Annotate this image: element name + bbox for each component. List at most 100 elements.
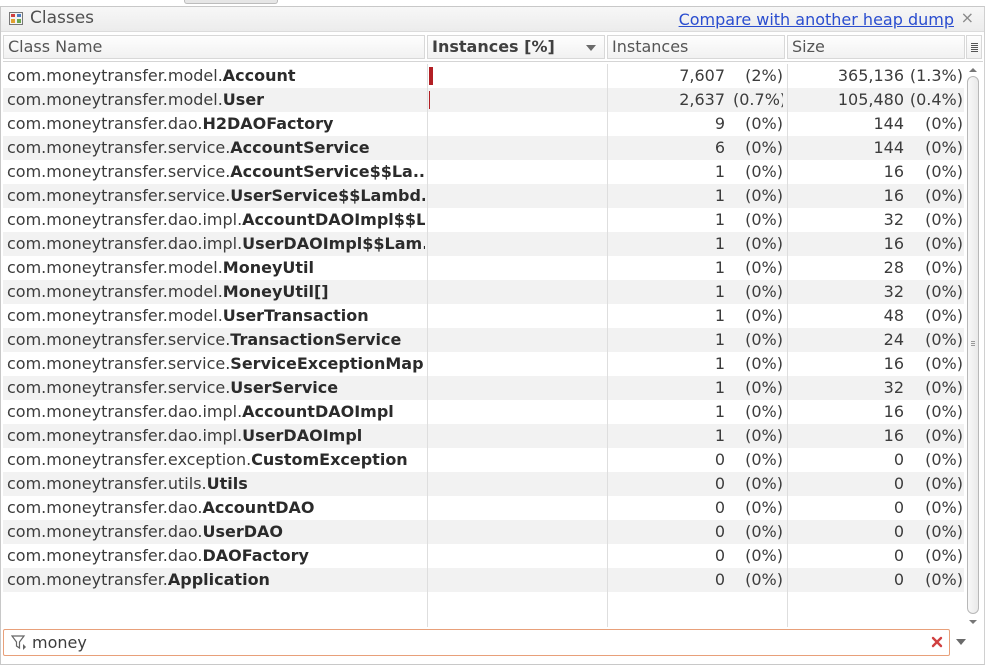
table-row[interactable]: com.moneytransfer.dao.impl.AccountDAOImp…: [3, 208, 964, 232]
scrollbar-thumb[interactable]: [967, 76, 979, 614]
class-name-cell: com.moneytransfer.dao.impl.AccountDAOImp…: [7, 208, 425, 232]
instances-count: 1: [714, 378, 725, 397]
class-name-cell: com.moneytransfer.utils.Utils: [7, 472, 425, 496]
table-row[interactable]: com.moneytransfer.service.UserService 1 (0…: [3, 376, 964, 400]
column-header-size[interactable]: Size: [787, 35, 965, 59]
table-row[interactable]: com.moneytransfer.utils.Utils 0 (0%) 0 (0%): [3, 472, 964, 496]
table-row[interactable]: com.moneytransfer.dao.impl.UserDAOImpl 1 (…: [3, 424, 964, 448]
size-percent: (0%): [925, 162, 963, 181]
class-simple-name: UserDAO: [202, 522, 283, 541]
table-row[interactable]: com.moneytransfer.dao.impl.AccountDAOImp…: [3, 400, 964, 424]
scroll-down-arrow-icon[interactable]: [966, 616, 980, 628]
size-value: 32: [883, 210, 904, 229]
instances-bar-cell: [427, 232, 607, 256]
close-icon[interactable]: ×: [961, 8, 974, 27]
panel-titlebar: Classes Compare with another heap dump ×: [1, 7, 984, 32]
size-value: 32: [883, 378, 904, 397]
size-value: 24: [883, 330, 904, 349]
columns-icon: [971, 43, 978, 52]
package-prefix: com.moneytransfer.dao.impl.: [7, 402, 243, 421]
class-simple-name: UserService$$Lambd...: [230, 186, 425, 205]
table-row[interactable]: com.moneytransfer.Application 0 (0%) 0 (0%): [3, 568, 964, 592]
sort-descending-icon: [586, 45, 596, 51]
column-header-instances-percent[interactable]: Instances [%]: [427, 35, 605, 59]
table-row[interactable]: com.moneytransfer.dao.H2DAOFactory 9 (0%) 1…: [3, 112, 964, 136]
table-row[interactable]: com.moneytransfer.service.AccountService…: [3, 136, 964, 160]
vertical-scrollbar[interactable]: [966, 64, 980, 629]
column-header-instances[interactable]: Instances: [607, 35, 785, 59]
instances-count: 0: [714, 498, 725, 517]
panel-title: Classes: [30, 8, 95, 28]
instances-bar-cell: [427, 88, 607, 112]
table-row[interactable]: com.moneytransfer.exception.CustomExcept…: [3, 448, 964, 472]
table-row[interactable]: com.moneytransfer.dao.impl.UserDAOImpl$$…: [3, 232, 964, 256]
package-prefix: com.moneytransfer.model.: [7, 258, 223, 277]
table-row[interactable]: com.moneytransfer.service.UserService$$L…: [3, 184, 964, 208]
package-prefix: com.moneytransfer.dao.impl.: [7, 210, 243, 229]
table-header: Class Name Instances [%] Instances Size: [3, 33, 983, 62]
size-value: 0: [893, 474, 904, 493]
class-name-cell: com.moneytransfer.service.AccountService…: [7, 160, 425, 184]
filter-icon[interactable]: [11, 635, 29, 651]
instances-count: 1: [714, 426, 725, 445]
class-name-cell: com.moneytransfer.service.UserService: [7, 376, 425, 400]
class-name-cell: com.moneytransfer.exception.CustomExcept…: [7, 448, 425, 472]
class-simple-name: UserDAOImpl: [242, 426, 363, 445]
package-prefix: com.moneytransfer.service.: [7, 330, 231, 349]
size-percent: (0%): [925, 114, 963, 133]
instances-bar-cell: [427, 304, 607, 328]
size-percent: (0%): [925, 402, 963, 421]
filter-history-dropdown-icon[interactable]: [956, 639, 966, 645]
clear-icon[interactable]: [931, 636, 943, 648]
instances-count: 9: [714, 114, 725, 133]
table-row[interactable]: com.moneytransfer.model.MoneyUtil 1 (0%) 28…: [3, 256, 964, 280]
table-row[interactable]: com.moneytransfer.model.User 2,637 (0.7%) 1…: [3, 88, 964, 112]
compare-heap-dump-link[interactable]: Compare with another heap dump: [679, 10, 954, 29]
size-percent: (0%): [925, 354, 963, 373]
tab-fragment[interactable]: [184, 0, 278, 4]
table-row[interactable]: com.moneytransfer.service.AccountService…: [3, 160, 964, 184]
table-row[interactable]: com.moneytransfer.service.ServiceExcepti…: [3, 352, 964, 376]
instances-bar-cell: [427, 160, 607, 184]
instances-percent: (0%): [745, 162, 783, 181]
class-name-cell: com.moneytransfer.service.UserService$$L…: [7, 184, 425, 208]
table-row[interactable]: com.moneytransfer.model.UserTransaction 1…: [3, 304, 964, 328]
column-selector-button[interactable]: [966, 35, 982, 59]
instances-bar-cell: [427, 400, 607, 424]
table-row[interactable]: com.moneytransfer.dao.AccountDAO 0 (0%) 0 (0…: [3, 496, 964, 520]
table-row[interactable]: com.moneytransfer.dao.DAOFactory 0 (0%) 0 (0…: [3, 544, 964, 568]
instances-percent: (0%): [745, 114, 783, 133]
size-value: 16: [883, 162, 904, 181]
instances-count: 1: [714, 402, 725, 421]
instances-bar-cell: [427, 472, 607, 496]
table-row[interactable]: com.moneytransfer.dao.UserDAO 0 (0%) 0 (0%): [3, 520, 964, 544]
size-percent: (1.3%): [909, 66, 963, 85]
class-simple-name: MoneyUtil: [222, 258, 314, 277]
package-prefix: com.moneytransfer.dao.impl.: [7, 426, 243, 445]
size-value: 144: [873, 114, 904, 133]
class-name-cell: com.moneytransfer.service.ServiceExcepti…: [7, 352, 425, 376]
package-prefix: com.moneytransfer.exception.: [7, 450, 252, 469]
filter-input[interactable]: [32, 631, 912, 654]
instances-count: 0: [714, 546, 725, 565]
scroll-up-arrow-icon[interactable]: [966, 64, 980, 76]
table-row[interactable]: com.moneytransfer.model.MoneyUtil[] 1 (0%)…: [3, 280, 964, 304]
class-name-cell: com.moneytransfer.dao.AccountDAO: [7, 496, 425, 520]
filter-field[interactable]: [3, 629, 950, 656]
column-divider: [787, 64, 788, 627]
class-name-cell: com.moneytransfer.dao.impl.UserDAOImpl$$…: [7, 232, 425, 256]
table-row[interactable]: com.moneytransfer.model.Account 7,607 (2%)…: [3, 64, 964, 88]
column-header-class-name[interactable]: Class Name: [3, 35, 425, 59]
class-name-cell: com.moneytransfer.model.UserTransaction: [7, 304, 425, 328]
column-divider: [607, 64, 608, 627]
size-percent: (0%): [925, 306, 963, 325]
instances-percent: (0%): [745, 282, 783, 301]
instances-percent: (0%): [745, 522, 783, 541]
instances-count: 1: [714, 210, 725, 229]
class-table-body: com.moneytransfer.model.Account 7,607 (2%)…: [3, 64, 964, 627]
class-simple-name: AccountService$$La...: [230, 162, 425, 181]
table-row[interactable]: com.moneytransfer.service.TransactionSer…: [3, 328, 964, 352]
instances-percent: (0%): [745, 378, 783, 397]
class-simple-name: MoneyUtil[]: [222, 282, 329, 301]
size-percent: (0.4%): [909, 90, 963, 109]
